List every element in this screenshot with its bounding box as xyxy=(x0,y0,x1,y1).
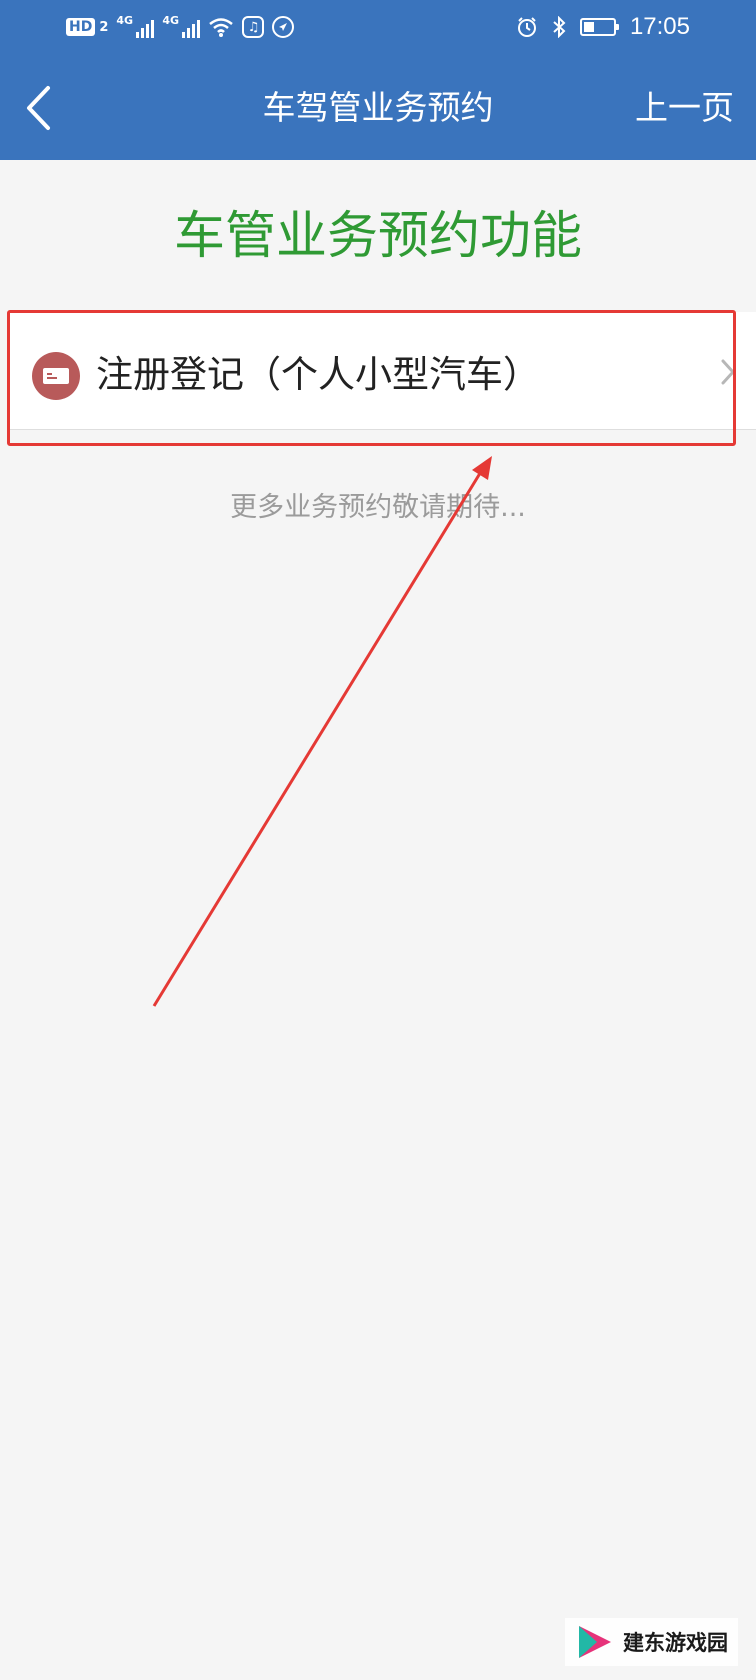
service-item-registration[interactable]: 注册登记（个人小型汽车） xyxy=(8,312,756,430)
wifi-icon xyxy=(209,18,234,37)
signal-icon: 4G xyxy=(116,14,155,38)
alarm-icon xyxy=(517,17,536,37)
status-left-group: HD 2 4G 4G ♫ xyxy=(66,12,295,42)
watermark: 建东游戏园 xyxy=(565,1618,738,1666)
section-title: 车管业务预约功能 xyxy=(173,207,582,266)
status-right-group: 17:05 xyxy=(516,12,690,42)
status-bar: HD 2 4G 4G ♫ 17:05 xyxy=(0,0,756,56)
service-item-label: 注册登记（个人小型汽车） xyxy=(96,353,540,396)
id-card-icon xyxy=(32,352,80,400)
browser-app-icon xyxy=(272,16,295,38)
bluetooth-icon xyxy=(553,16,566,38)
sim-number: 2 xyxy=(99,19,109,35)
play-logo-icon xyxy=(579,1626,611,1658)
status-time: 17:05 xyxy=(629,13,690,40)
navigation-bar: 车驾管业务预约 上一页 xyxy=(0,56,756,160)
network-type-label: 4G xyxy=(162,14,180,27)
battery-icon xyxy=(579,18,619,36)
chevron-right-icon xyxy=(721,359,735,385)
watermark-text: 建东游戏园 xyxy=(623,1631,728,1655)
prev-page-button[interactable]: 上一页 xyxy=(635,56,734,160)
app-header: HD 2 4G 4G ♫ 17:05 车驾管业务预约 上一页 xyxy=(0,0,756,160)
more-coming-text: 更多业务预约敬请期待... xyxy=(230,492,526,523)
hd-badge: HD xyxy=(66,18,96,36)
music-app-icon: ♫ xyxy=(242,16,265,38)
network-type-label: 4G xyxy=(116,14,134,27)
signal-icon: 4G xyxy=(162,14,201,38)
